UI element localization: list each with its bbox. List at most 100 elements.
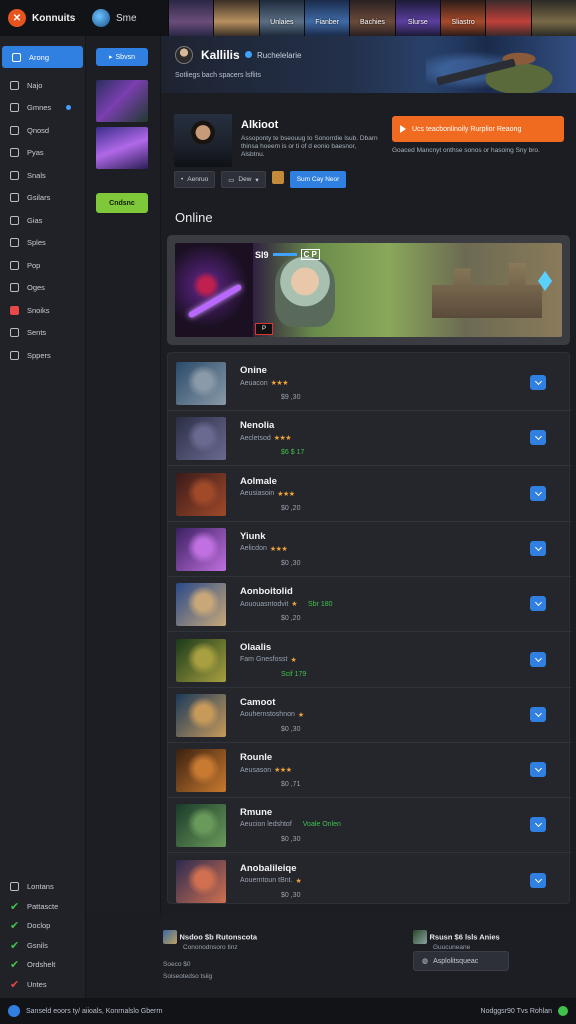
bottom-game-icon	[163, 930, 177, 944]
villain-image	[175, 243, 253, 337]
profile-button-3[interactable]: Sum Cay Neor	[289, 171, 347, 188]
featured-tile-label: Bachies	[360, 19, 385, 26]
game-row[interactable]: Yiunk Aelicdon ★★★ $0 ,30	[168, 522, 571, 577]
profile-button-1[interactable]: • Aenruo	[174, 171, 216, 188]
sidebar-item[interactable]: Snoiks	[0, 299, 85, 322]
game-row[interactable]: Rmune Aeucion ledshtof Voale Onlen $0 ,30	[168, 798, 571, 854]
game-row[interactable]: Aonboitolid Aououasntodvit ★ Sbr 180 $0 ,20	[168, 577, 571, 633]
play-icon: ▸	[109, 54, 113, 61]
profile-button-3-label: Sum Cay Neor	[296, 176, 340, 183]
cta-button[interactable]: Ucs teacbonlinoily Rurplior Reaong	[392, 116, 564, 142]
game-row[interactable]: Anobalileiqe Aouerntoun tBnt. ★ $0 ,30	[168, 854, 571, 909]
hero-banner[interactable]: Kallilis Ruchelelarie Sotliegs bach spac…	[161, 36, 576, 93]
sidebar-bottom-item[interactable]: ✔ Untes	[0, 975, 86, 995]
game-row[interactable]: Camoot Aouhernstoshnon ★ $0 ,30	[168, 688, 571, 743]
game-title: Olaalis	[240, 641, 272, 653]
chevron-down-icon[interactable]	[530, 762, 546, 778]
sidebar-bottom-item[interactable]: ✔ Pattascte	[0, 897, 86, 917]
sidebar-item[interactable]: Gias	[0, 209, 85, 232]
featured-tile[interactable]: Slurse	[394, 0, 440, 36]
footer-right-text: Nodggsr90 Tvs Rohlan	[480, 1007, 552, 1015]
sidebar-item[interactable]: Gsilars	[0, 187, 85, 210]
sidebar-item[interactable]: Qnosd	[0, 119, 85, 142]
game-row[interactable]: Onine Aeuacon ★★★ $9 ,30	[168, 356, 571, 411]
check-icon: ✔	[10, 920, 20, 933]
sidebar-item-label: Pop	[27, 260, 41, 270]
featured-tile[interactable]	[213, 0, 259, 36]
chevron-down-icon[interactable]	[530, 485, 546, 501]
sidebar-item[interactable]: Pop	[0, 254, 85, 277]
rating-stars-icon: ★★★	[270, 380, 289, 387]
game-row[interactable]: Olaalis Fam Gnesfosst ★ Scif 179	[168, 633, 571, 688]
game-price: $9 ,30	[281, 394, 301, 401]
chevron-down-icon[interactable]	[530, 596, 546, 612]
featured-game-banner[interactable]: Sl9 C P P	[167, 235, 570, 345]
sidebar-item[interactable]: Oges	[0, 277, 85, 300]
profile-button-2[interactable]: ▭ Dew ▾	[221, 171, 266, 188]
sidebar-item[interactable]: Sents	[0, 322, 85, 345]
sidebar-item[interactable]: Najo	[0, 74, 85, 97]
sub-green-button[interactable]: Cndsnc	[96, 193, 148, 213]
featured-tile-label: Unlaies	[270, 19, 294, 26]
profile-button-2-label: Dew	[238, 176, 252, 183]
store-link[interactable]: Sme	[92, 9, 168, 27]
sidebar-bottom-item[interactable]: ✔ Doclop	[0, 916, 86, 936]
game-meta: Aeusiasoin ★★★	[240, 490, 295, 498]
sidebar-item[interactable]: Sples	[0, 232, 85, 255]
sidebar-item[interactable]: Pyas	[0, 142, 85, 165]
sidebar-item[interactable]: Sppers	[0, 344, 85, 367]
featured-tile[interactable]: Fianber	[303, 0, 350, 36]
game-thumbnail	[176, 417, 226, 461]
profile-card: Alkioot Assoponty te bseouug to Sonorrdi…	[161, 93, 576, 203]
chevron-down-icon[interactable]	[530, 872, 546, 888]
chevron-down-icon[interactable]	[530, 706, 546, 722]
game-genre: Aecletsod	[240, 434, 271, 442]
chevron-down-icon[interactable]	[530, 540, 546, 556]
games-icon	[10, 103, 19, 113]
chevron-down-icon[interactable]	[530, 651, 546, 667]
featured-tile[interactable]: Unlaies	[258, 0, 304, 36]
game-meta: Aouerntoun tBnt. ★	[240, 877, 302, 885]
sidebar-bottom: Lontans ✔ Pattascte ✔ Doclop ✔ Gsnils ✔ Ordshelt…	[0, 877, 86, 994]
bottom-right-button[interactable]: ◍ Asplolitsqueac	[413, 951, 509, 971]
rating-stars-icon: ★★★	[273, 435, 292, 443]
sidebar-bottom-item[interactable]: Lontans	[0, 877, 86, 897]
hero-subtitle: Ruchelelarie	[257, 51, 302, 60]
featured-tile[interactable]	[485, 0, 531, 36]
game-row[interactable]: Rounle Aeusason ★★★ $0 ,71	[168, 743, 571, 799]
sidebar-item-label: Arong	[29, 52, 50, 62]
sidebar-item-label: Qnosd	[27, 125, 50, 135]
chevron-down-icon[interactable]	[530, 430, 546, 446]
featured-tile[interactable]: Sliastro	[439, 0, 486, 36]
sidebar-bottom-label: Lontans	[27, 882, 54, 892]
game-row[interactable]: Aolmale Aeusiasoin ★★★ $0 ,20	[168, 467, 571, 522]
sub-thumbnail-1[interactable]	[96, 80, 148, 122]
sub-top-button[interactable]: ▸ Sbvsn	[96, 48, 148, 66]
sidebar-bottom-item[interactable]: ✔ Gsnils	[0, 936, 86, 956]
game-title: Aonboitolid	[240, 586, 293, 598]
featured-tile[interactable]: Bachies	[349, 0, 395, 36]
sidebar-item[interactable]: Snals	[0, 164, 85, 187]
game-thumbnail	[176, 693, 226, 737]
game-row[interactable]: Nenolia Aecletsod ★★★ $6 $ 17	[168, 411, 571, 467]
rating-stars-icon: ★★★	[274, 767, 292, 775]
brand[interactable]: ✕ Konnuits	[0, 9, 92, 27]
chevron-down-icon[interactable]	[530, 817, 546, 833]
game-mini-icon[interactable]	[271, 171, 284, 184]
sidebar-item[interactable]: Arong	[2, 46, 83, 68]
featured-tile[interactable]	[530, 0, 576, 36]
bottom-left-subtitle: Cononodnsoro tinz	[183, 944, 238, 951]
castle-image	[432, 263, 542, 318]
hero-face-image	[275, 257, 335, 327]
gift-icon	[10, 328, 19, 338]
hud-small-badge: P	[255, 323, 273, 335]
featured-tile[interactable]	[168, 0, 214, 36]
sidebar-bottom-item[interactable]: ✔ Ordshelt	[0, 955, 86, 975]
profile-portrait	[174, 114, 232, 167]
sub-thumbnail-2[interactable]	[96, 127, 148, 169]
sidebar-item[interactable]: Gmnes	[0, 97, 85, 120]
bottom-right-title: Rsusn $6 lsls Anies	[429, 932, 500, 942]
store-name: Sme	[116, 12, 137, 24]
chevron-down-icon[interactable]	[530, 375, 546, 390]
game-thumbnail	[176, 527, 226, 571]
